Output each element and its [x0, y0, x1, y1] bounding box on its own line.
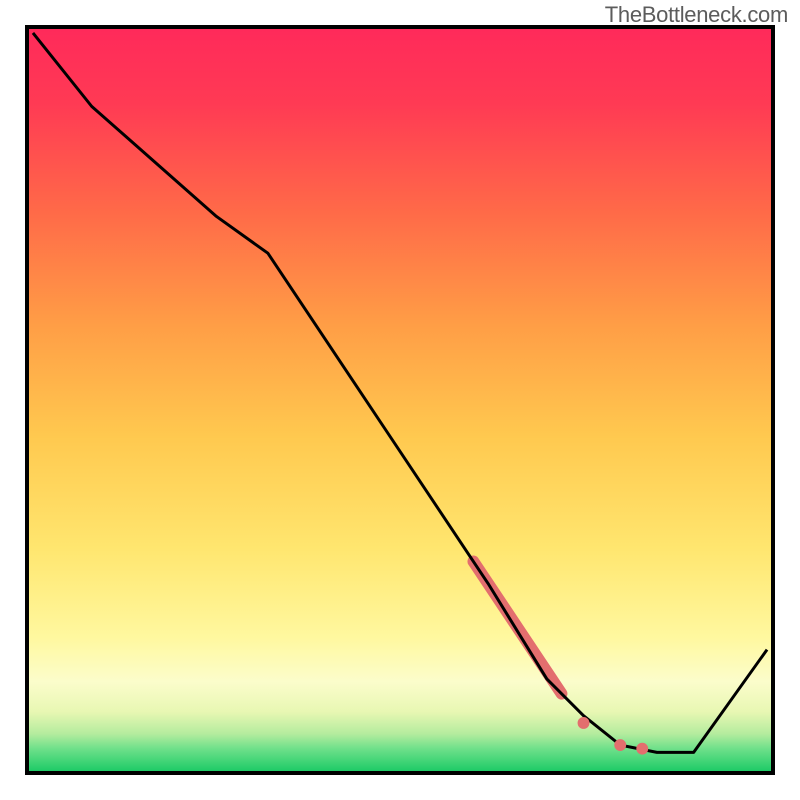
bottleneck-curve-path: [33, 33, 767, 752]
marker-dot-1: [578, 717, 590, 729]
chart-container: TheBottleneck.com: [0, 0, 800, 800]
chart-svg: [29, 29, 771, 771]
marker-dot-3: [636, 743, 648, 755]
marker-layer: [578, 717, 649, 755]
highlight-layer: [473, 561, 561, 693]
highlight-segment-thick: [473, 561, 561, 693]
watermark-text: TheBottleneck.com: [605, 2, 788, 28]
plot-area: [25, 25, 775, 775]
curve-layer: [33, 33, 767, 752]
marker-dot-2: [614, 739, 626, 751]
